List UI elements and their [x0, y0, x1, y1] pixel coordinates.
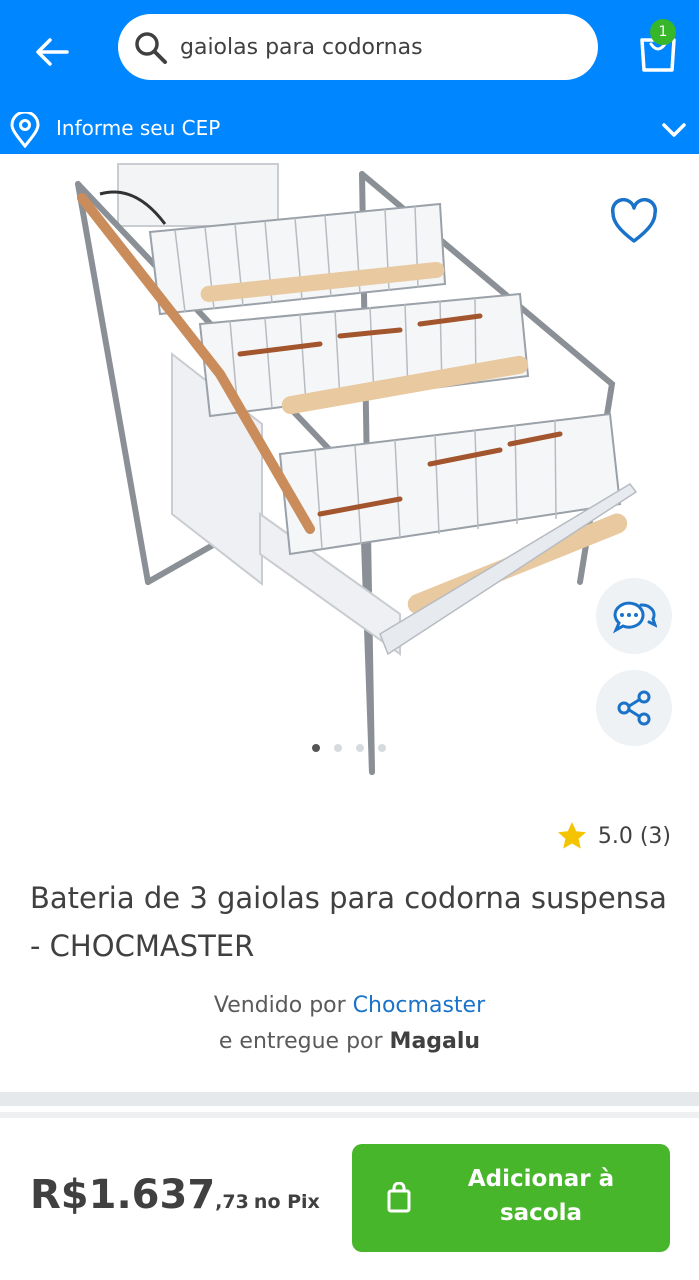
- cep-selector[interactable]: Informe seu CEP: [0, 104, 699, 154]
- cart-count-badge: 1: [650, 19, 676, 45]
- chat-button[interactable]: [596, 578, 672, 654]
- favorite-button[interactable]: [608, 198, 660, 246]
- cep-label: Informe seu CEP: [56, 116, 221, 140]
- product-price: R$1.637,73 no Pix: [30, 1172, 320, 1218]
- shopping-bag-icon: [387, 1182, 411, 1213]
- seller-info: Vendido por Chocmaster e entregue por Ma…: [0, 988, 699, 1060]
- delivery-company: Magalu: [389, 1029, 481, 1054]
- carousel-dot[interactable]: [356, 744, 364, 752]
- search-box[interactable]: [118, 14, 598, 80]
- seller-link[interactable]: Chocmaster: [353, 993, 485, 1018]
- product-title: Bateria de 3 gaiolas para codorna suspen…: [30, 881, 667, 963]
- search-input[interactable]: [180, 14, 580, 80]
- price-cents: ,73: [215, 1191, 249, 1213]
- star-icon: [557, 822, 586, 849]
- back-button[interactable]: [30, 32, 74, 72]
- search-icon: [135, 32, 167, 64]
- section-divider: [0, 1092, 699, 1106]
- product-rating[interactable]: 5.0 (3): [556, 820, 671, 852]
- add-to-bag-label: Adicionar à sacola: [467, 1166, 615, 1226]
- price-method: no Pix: [253, 1191, 320, 1213]
- rating-value: 5.0 (3): [597, 823, 671, 849]
- carousel-dot[interactable]: [312, 744, 320, 752]
- divider-line: [0, 1112, 699, 1118]
- carousel-indicator: [312, 744, 386, 752]
- price-main: R$1.637: [30, 1172, 216, 1218]
- chevron-down-icon: [662, 123, 686, 137]
- chat-bubbles-icon: [612, 601, 657, 634]
- carousel-dot[interactable]: [334, 744, 342, 752]
- carousel-dot[interactable]: [378, 744, 386, 752]
- delivered-by-label: e entregue por: [218, 1029, 383, 1054]
- add-to-bag-button[interactable]: Adicionar à sacola: [352, 1144, 670, 1252]
- share-button[interactable]: [596, 670, 672, 746]
- sold-by-label: Vendido por: [213, 993, 346, 1018]
- arrow-left-icon: [36, 38, 69, 66]
- location-pin-icon: [10, 112, 40, 148]
- heart-icon: [610, 198, 658, 243]
- top-header: 1: [0, 0, 699, 104]
- share-icon: [617, 690, 651, 726]
- product-image[interactable]: [0, 154, 699, 804]
